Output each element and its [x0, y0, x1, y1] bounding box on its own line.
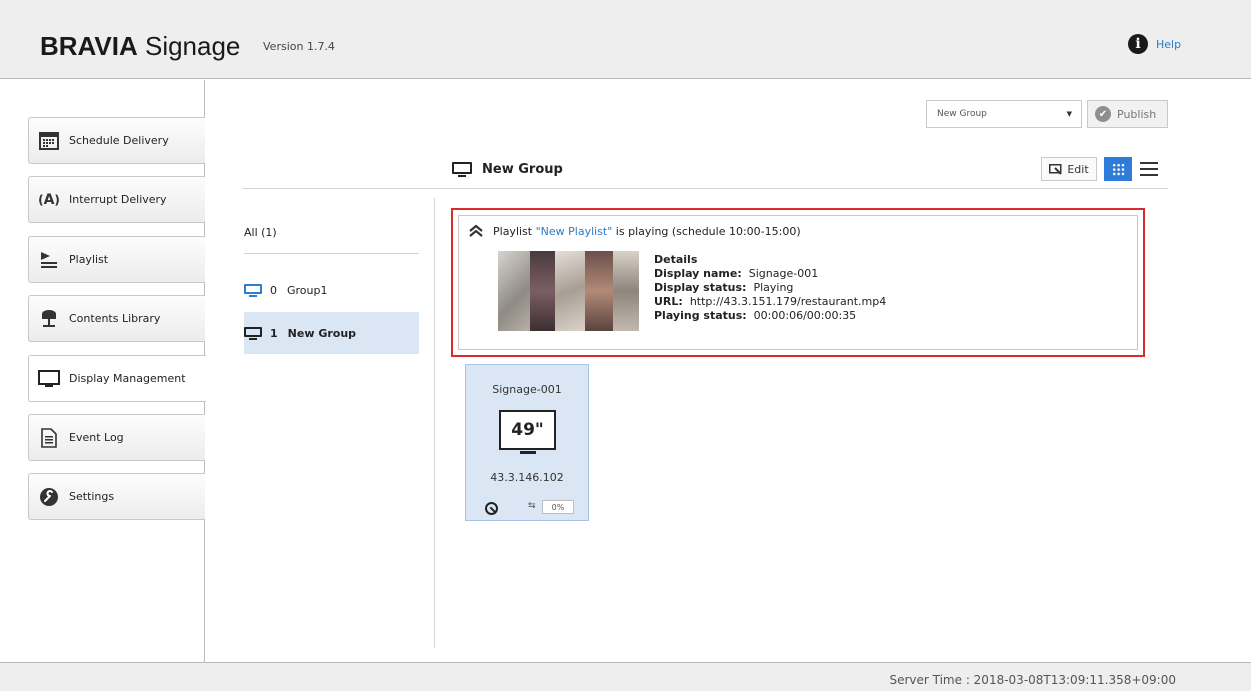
column-divider — [434, 198, 435, 648]
group-name: New Group — [287, 326, 357, 340]
brand-logo: BRAVIA Signage — [40, 31, 241, 61]
app-header: BRAVIA Signage Version 1.7.4 i Help — [0, 0, 1251, 79]
monitor-icon — [244, 283, 262, 297]
chevron-up-icon[interactable] — [468, 224, 484, 238]
help-link[interactable]: i Help — [1128, 34, 1181, 54]
details-heading: Details — [654, 253, 698, 266]
chevron-down-icon: ▼ — [1066, 110, 1072, 118]
playlist-icon — [38, 250, 60, 270]
calendar-icon — [38, 131, 60, 151]
publish-label: Publish — [1117, 107, 1157, 121]
sidebar-item-settings[interactable]: Settings — [28, 473, 205, 520]
page-title-text: New Group — [482, 162, 563, 177]
sidebar-item-label: Contents Library — [69, 312, 161, 325]
edit-icon — [1049, 163, 1063, 175]
content-thumbnail — [498, 251, 639, 331]
sidebar-item-label: Playlist — [69, 253, 109, 266]
group-select-value: New Group — [937, 109, 987, 119]
playing-status-line: Playlist "New Playlist" is playing (sche… — [493, 225, 801, 238]
group-item-group1[interactable]: 0 Group1 — [244, 269, 419, 311]
edit-label: Edit — [1067, 162, 1089, 176]
display-name-row: Display name: Signage-001 — [654, 267, 819, 280]
group-count: 1 — [270, 326, 278, 340]
playing-info-card: Playlist "New Playlist" is playing (sche… — [458, 215, 1138, 350]
monitor-icon — [38, 369, 60, 389]
version-label: Version 1.7.4 — [263, 40, 335, 53]
playing-details: Details Display name: Signage-001 Displa… — [654, 253, 886, 323]
app-footer: Server Time : 2018-03-08T13:09:11.358+09… — [0, 662, 1251, 691]
monitor-icon — [452, 162, 472, 177]
sidebar-item-label: Interrupt Delivery — [69, 193, 167, 206]
download-progress: 0% — [542, 500, 574, 514]
check-circle-icon: ✔ — [1095, 106, 1111, 122]
group-select[interactable]: New Group ▼ — [926, 100, 1082, 128]
publish-button[interactable]: ✔ Publish — [1087, 100, 1168, 128]
sidebar-item-label: Event Log — [69, 431, 124, 444]
broadcast-icon: (A) — [38, 191, 60, 208]
playlist-link[interactable]: "New Playlist" — [536, 225, 613, 238]
sidebar-item-playlist[interactable]: Playlist — [28, 236, 205, 283]
grid-icon — [1111, 162, 1125, 176]
sidebar-item-label: Schedule Delivery — [69, 134, 169, 147]
monitor-icon — [244, 326, 262, 340]
sidebar-item-schedule-delivery[interactable]: Schedule Delivery — [28, 117, 205, 164]
info-icon: i — [1128, 34, 1148, 54]
device-name: Signage-001 — [492, 383, 562, 396]
sidebar-item-event-log[interactable]: Event Log — [28, 414, 205, 461]
device-ip: 43.3.146.102 — [490, 471, 564, 484]
url-row: URL: http://43.3.151.179/restaurant.mp4 — [654, 295, 887, 308]
document-icon — [38, 427, 60, 448]
blocked-icon — [485, 502, 498, 515]
monitor-stand — [520, 451, 536, 454]
sidebar-item-display-management[interactable]: Display Management — [28, 355, 206, 402]
library-icon — [38, 309, 60, 329]
grid-view-button[interactable] — [1104, 157, 1132, 181]
header-divider — [242, 188, 1168, 189]
list-icon — [1140, 162, 1158, 164]
transfer-icon: ⇆ — [528, 501, 536, 511]
group-all-item[interactable]: All (1) — [244, 226, 277, 239]
sidebar-item-contents-library[interactable]: Contents Library — [28, 295, 205, 342]
list-view-button[interactable] — [1140, 160, 1158, 178]
server-time: Server Time : 2018-03-08T13:09:11.358+09… — [889, 673, 1176, 687]
playing-info-panel: Playlist "New Playlist" is playing (sche… — [451, 208, 1145, 357]
group-count: 0 — [270, 283, 277, 297]
sidebar-item-label: Display Management — [69, 372, 186, 385]
sidebar-nav: Schedule Delivery (A) Interrupt Delivery… — [0, 80, 206, 662]
device-size-badge: 49" — [499, 410, 556, 450]
divider — [244, 253, 419, 254]
sidebar-item-label: Settings — [69, 490, 115, 503]
help-label: Help — [1156, 37, 1182, 51]
page-title: New Group — [452, 162, 563, 177]
display-status-row: Display status: Playing — [654, 281, 794, 294]
sidebar-item-interrupt-delivery[interactable]: (A) Interrupt Delivery — [28, 176, 205, 223]
device-card[interactable]: Signage-001 49" 43.3.146.102 ⇆ 0% — [465, 364, 589, 521]
wrench-icon — [38, 487, 60, 507]
edit-button[interactable]: Edit — [1041, 157, 1097, 181]
playing-status-row: Playing status: 00:00:06/00:00:35 — [654, 309, 857, 322]
group-item-new-group[interactable]: 1 New Group — [244, 312, 419, 354]
group-name: Group1 — [287, 283, 328, 297]
